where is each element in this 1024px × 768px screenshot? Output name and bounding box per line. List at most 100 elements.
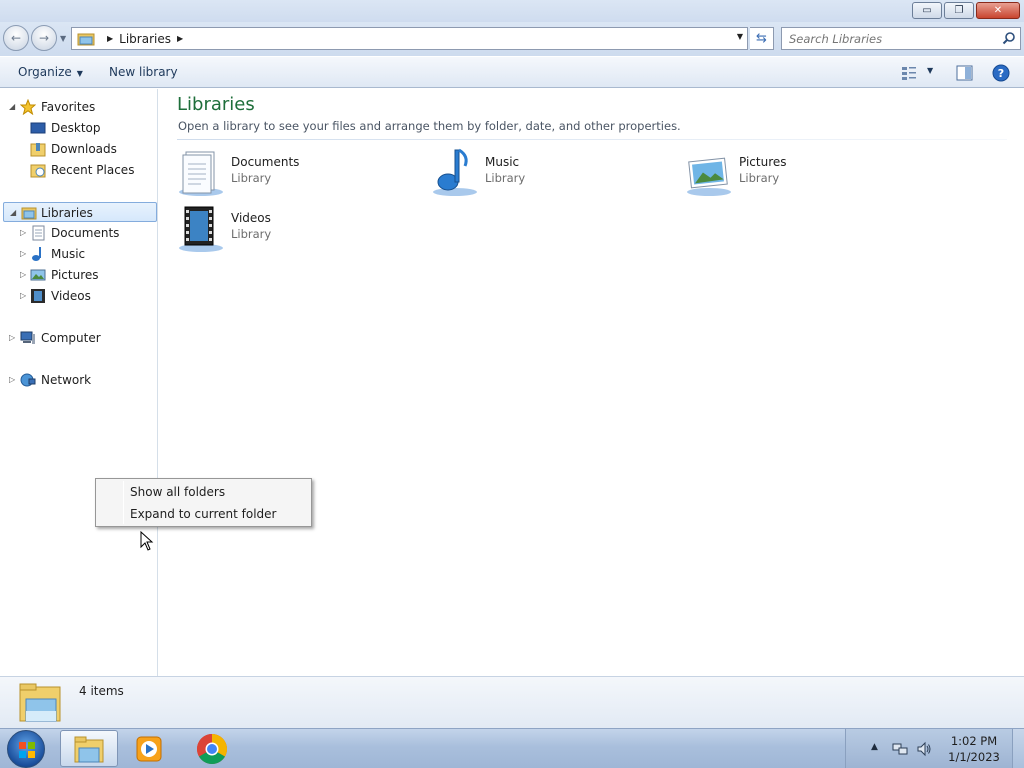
collapse-icon[interactable]: ◢ — [10, 208, 16, 217]
library-type: Library — [231, 227, 272, 241]
context-menu: Show all folders Expand to current folde… — [95, 478, 312, 527]
minimize-button[interactable]: ▭ — [912, 2, 942, 19]
tree-item-network[interactable]: ▷ Network — [0, 370, 157, 390]
tree-label-videos: Videos — [51, 289, 91, 303]
volume-icon[interactable] — [916, 741, 932, 757]
videos-library-icon — [179, 206, 223, 252]
breadcrumb: ▶ Libraries ▶ — [101, 32, 189, 46]
preview-pane-icon[interactable] — [956, 65, 973, 81]
pictures-library-icon — [687, 157, 731, 196]
chrome-icon — [196, 733, 228, 764]
tree-item-recent-places[interactable]: Recent Places — [0, 160, 157, 180]
help-icon[interactable]: ? — [992, 64, 1010, 82]
tree-label-documents: Documents — [51, 226, 120, 240]
taskbar-explorer[interactable] — [60, 730, 118, 767]
library-item-videos[interactable]: Videos Library — [177, 204, 417, 256]
library-type: Library — [485, 171, 526, 185]
close-icon: ✕ — [993, 5, 1003, 16]
new-library-label: New library — [109, 65, 178, 79]
tree-label-network: Network — [41, 373, 92, 387]
show-hidden-icons-icon[interactable]: ▲ — [871, 742, 878, 752]
library-item-documents[interactable]: Documents Library — [177, 148, 417, 200]
chevron-down-icon: ▼ — [76, 69, 83, 78]
menu-item-expand-to-current-folder[interactable]: Expand to current folder — [98, 503, 309, 525]
tree-item-music[interactable]: ▷ Music — [0, 244, 157, 264]
libraries-folder-icon — [77, 33, 95, 45]
organize-label: Organize — [18, 65, 72, 79]
music-icon — [32, 247, 41, 261]
tree-item-pictures[interactable]: ▷ Pictures — [0, 265, 157, 285]
media-player-icon — [136, 736, 162, 761]
library-type: Library — [739, 171, 780, 185]
library-item-music[interactable]: Music Library — [431, 148, 671, 200]
tree-label-music: Music — [51, 247, 86, 261]
tree-item-downloads[interactable]: Downloads — [0, 139, 157, 159]
videos-icon — [31, 289, 45, 303]
search-input[interactable] — [782, 31, 992, 46]
new-library-button[interactable]: New library — [109, 65, 178, 79]
library-item-pictures[interactable]: Pictures Library — [685, 148, 925, 200]
expand-icon[interactable]: ▷ — [9, 375, 15, 384]
refresh-button[interactable]: ⇆ — [750, 27, 774, 50]
expand-icon[interactable]: ▷ — [20, 228, 26, 237]
tree-item-computer[interactable]: ▷ Computer — [0, 328, 157, 348]
desktop-icon — [30, 122, 46, 134]
search-icon[interactable] — [1002, 31, 1016, 45]
close-button[interactable]: ✕ — [976, 2, 1020, 19]
search-box[interactable] — [781, 27, 1021, 50]
tree-label-pictures: Pictures — [51, 268, 99, 282]
tree-item-documents[interactable]: ▷ Documents — [0, 223, 157, 243]
notification-area: ▲ 1:02 PM 1/1/2023 — [845, 729, 1024, 768]
organize-button[interactable]: Organize ▼ — [18, 65, 83, 79]
collapse-icon[interactable]: ◢ — [9, 102, 15, 111]
expand-icon[interactable]: ▷ — [20, 249, 26, 258]
svg-text:?: ? — [998, 67, 1004, 80]
breadcrumb-separator-icon[interactable]: ▶ — [177, 34, 183, 43]
expand-icon[interactable]: ▷ — [20, 270, 26, 279]
recent-places-icon — [30, 164, 46, 178]
clock-time: 1:02 PM — [950, 734, 998, 748]
breadcrumb-libraries[interactable]: Libraries — [119, 32, 171, 46]
tree-item-favorites[interactable]: ◢ Favorites — [0, 97, 157, 117]
menu-item-show-all-folders[interactable]: Show all folders — [98, 481, 309, 503]
window-controls: ▭ ❐ ✕ — [912, 2, 1020, 19]
computer-icon — [20, 331, 35, 344]
maximize-icon: ❐ — [954, 5, 964, 16]
tree-item-libraries[interactable]: ◢ Libraries — [3, 202, 157, 222]
breadcrumb-separator-icon[interactable]: ▶ — [107, 34, 113, 43]
maximize-button[interactable]: ❐ — [944, 2, 974, 19]
view-options-chevron-icon[interactable]: ▼ — [927, 66, 933, 75]
forward-button[interactable]: → — [31, 25, 57, 51]
show-desktop-button[interactable] — [1012, 729, 1024, 768]
network-icon — [20, 373, 36, 387]
navigation-pane: ◢ Favorites Desktop Downloads Recent Pla… — [0, 89, 158, 676]
address-bar[interactable]: ▶ Libraries ▶ ▼ — [71, 27, 748, 50]
music-library-icon — [433, 148, 477, 196]
documents-library-icon — [179, 151, 223, 196]
taskbar-media-player[interactable] — [120, 730, 178, 767]
minimize-icon: ▭ — [922, 5, 932, 16]
clock[interactable]: 1:02 PM 1/1/2023 — [944, 733, 1004, 765]
star-icon — [20, 99, 36, 115]
address-dropdown-icon[interactable]: ▼ — [737, 32, 743, 41]
expand-icon[interactable]: ▷ — [20, 291, 26, 300]
documents-icon — [32, 225, 45, 241]
title-bar: ▭ ❐ ✕ — [0, 0, 1024, 22]
taskbar: ▲ 1:02 PM 1/1/2023 — [0, 728, 1024, 768]
tree-label-computer: Computer — [41, 331, 101, 345]
tree-item-videos[interactable]: ▷ Videos — [0, 286, 157, 306]
start-button[interactable] — [7, 730, 45, 768]
recent-pages-dropdown-icon[interactable]: ▼ — [60, 34, 66, 43]
tree-item-desktop[interactable]: Desktop — [0, 118, 157, 138]
item-count: 4 items — [79, 684, 124, 698]
change-view-icon[interactable] — [901, 65, 917, 81]
clock-date: 1/1/2023 — [948, 750, 1000, 764]
libraries-large-icon — [19, 683, 61, 722]
network-status-icon[interactable] — [892, 741, 908, 757]
taskbar-chrome[interactable] — [183, 730, 241, 767]
library-name: Pictures — [739, 155, 787, 169]
back-button[interactable]: ← — [3, 25, 29, 51]
expand-icon[interactable]: ▷ — [9, 333, 15, 342]
forward-arrow-icon: → — [38, 31, 50, 45]
refresh-icon: ⇆ — [756, 31, 767, 46]
